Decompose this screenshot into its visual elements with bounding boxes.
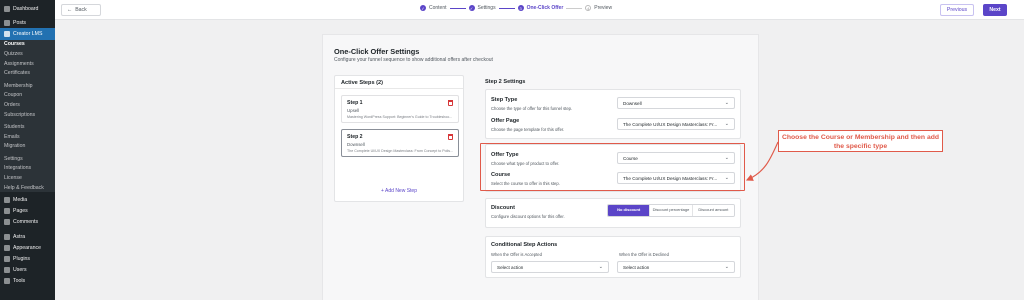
annotation-callout: Choose the Course or Membership and then… xyxy=(778,130,943,152)
